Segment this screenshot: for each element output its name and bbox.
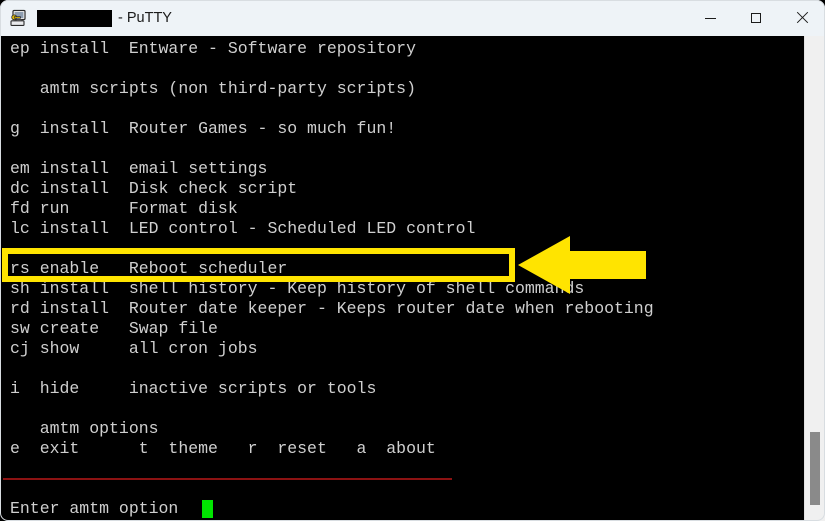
terminal-line-rs: rs enable Reboot scheduler — [10, 259, 288, 278]
window-title: - PuTTY — [118, 10, 172, 26]
terminal-line-ep: ep install Entware - Software repository — [10, 39, 416, 58]
maximize-icon — [751, 13, 761, 23]
terminal-line-hdr1: amtm scripts (non third-party scripts) — [10, 79, 416, 98]
putty-window: - PuTTY ep install Entware - Software re… — [0, 0, 825, 521]
putty-icon — [9, 8, 29, 28]
menu-separator-line — [3, 478, 452, 480]
window-controls — [687, 0, 825, 36]
terminal-scrollbar[interactable] — [804, 36, 825, 521]
terminal-line-sh: sh install shell history - Keep history … — [10, 279, 585, 298]
terminal-line-i: i hide inactive scripts or tools — [10, 379, 377, 398]
terminal-line-lc: lc install LED control - Scheduled LED c… — [10, 219, 476, 238]
terminal-line-cj: cj show all cron jobs — [10, 339, 258, 358]
minimize-button[interactable] — [687, 0, 733, 36]
terminal-prompt: Enter amtm option — [10, 499, 179, 518]
terminal-line-em: em install email settings — [10, 159, 268, 178]
terminal-line-fd: fd run Format disk — [10, 199, 238, 218]
terminal-line-g: g install Router Games - so much fun! — [10, 119, 397, 138]
terminal-line-dc: dc install Disk check script — [10, 179, 298, 198]
terminal-output: ep install Entware - Software repository… — [10, 39, 654, 459]
terminal-line-hdr2: amtm options — [10, 419, 159, 438]
terminal-line-opts: e exit t theme r reset a about — [10, 439, 436, 458]
terminal-line-sw: sw create Swap file — [10, 319, 218, 338]
terminal-cursor — [202, 500, 213, 518]
redacted-hostname — [37, 9, 112, 27]
window-titlebar[interactable]: - PuTTY — [0, 0, 825, 36]
titlebar-left-group: - PuTTY — [0, 8, 172, 28]
close-icon — [796, 12, 808, 24]
maximize-button[interactable] — [733, 0, 779, 36]
close-button[interactable] — [779, 0, 825, 36]
terminal-line-rd: rd install Router date keeper - Keeps ro… — [10, 299, 654, 318]
minimize-icon — [704, 17, 716, 19]
terminal-screen[interactable]: ep install Entware - Software repository… — [0, 36, 825, 521]
scrollbar-thumb[interactable] — [810, 432, 820, 505]
